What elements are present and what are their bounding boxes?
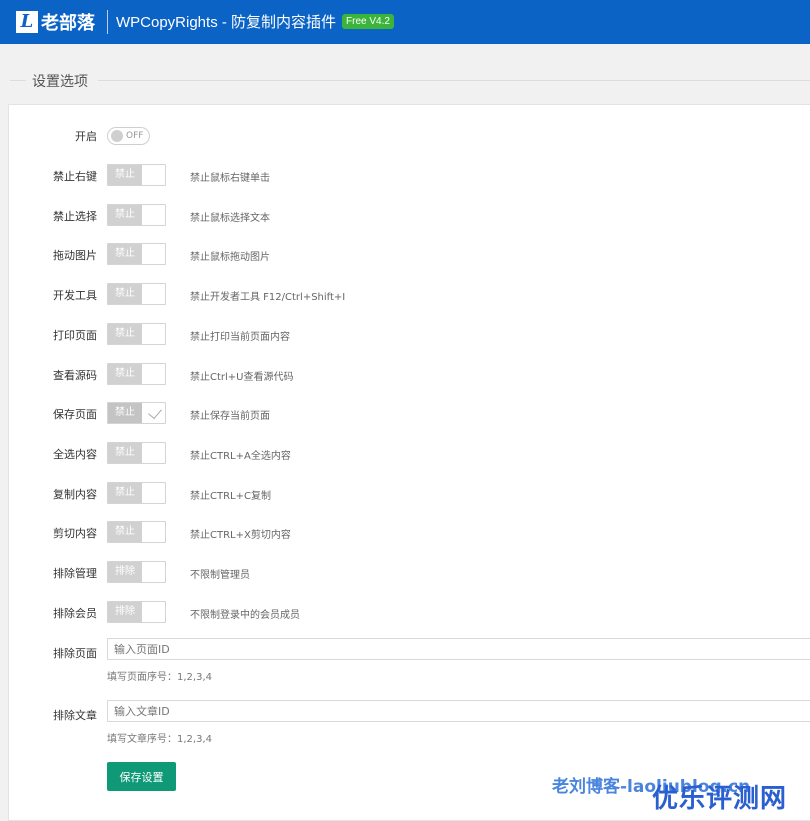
toggle-label: 禁止 xyxy=(108,284,142,304)
row-description: 不限制登录中的会员成员 xyxy=(190,610,300,621)
exclude-posts-label: 排除文章 xyxy=(53,709,97,722)
row-label: 禁止右键 xyxy=(53,170,97,183)
row-toggle[interactable]: 禁止 xyxy=(107,521,166,543)
toggle-label: 排除 xyxy=(108,602,142,622)
header-divider xyxy=(107,10,108,34)
check-icon xyxy=(148,404,162,420)
enable-switch[interactable]: OFF xyxy=(107,127,150,145)
row-toggle[interactable]: 排除 xyxy=(107,561,166,583)
row-label: 开发工具 xyxy=(53,289,97,302)
save-settings-button[interactable]: 保存设置 xyxy=(107,762,176,791)
row-toggle[interactable]: 禁止 xyxy=(107,204,166,226)
enable-label: 开启 xyxy=(75,130,97,143)
plugin-title: WPCopyRights - 防复制内容插件 xyxy=(116,14,337,31)
row-toggle[interactable]: 禁止 xyxy=(107,164,166,186)
logo-text: 老部落 xyxy=(41,13,95,34)
row-label: 禁止选择 xyxy=(53,210,97,223)
row-toggle[interactable]: 禁止 xyxy=(107,323,166,345)
switch-knob-icon xyxy=(111,130,123,142)
toggle-label: 禁止 xyxy=(108,483,142,503)
row-label: 排除管理 xyxy=(53,567,97,580)
toggle-label: 禁止 xyxy=(108,364,142,384)
row-description: 禁止鼠标选择文本 xyxy=(190,213,270,224)
row-toggle[interactable]: 禁止 xyxy=(107,402,166,424)
row-toggle[interactable]: 禁止 xyxy=(107,442,166,464)
row-label: 排除会员 xyxy=(53,607,97,620)
version-badge: Free V4.2 xyxy=(342,14,394,29)
exclude-pages-input[interactable] xyxy=(107,638,810,660)
row-description: 禁止打印当前页面内容 xyxy=(190,332,290,343)
row-toggle[interactable]: 禁止 xyxy=(107,363,166,385)
toggle-label: 排除 xyxy=(108,562,142,582)
row-description: 禁止鼠标右键单击 xyxy=(190,173,270,184)
row-label: 保存页面 xyxy=(53,408,97,421)
toggle-label: 禁止 xyxy=(108,244,142,264)
switch-state-text: OFF xyxy=(126,131,144,141)
row-label: 复制内容 xyxy=(53,488,97,501)
section-rule-left xyxy=(10,80,26,81)
row-toggle[interactable]: 排除 xyxy=(107,601,166,623)
section-rule-right xyxy=(98,80,810,81)
row-label: 查看源码 xyxy=(53,369,97,382)
toggle-label: 禁止 xyxy=(108,324,142,344)
logo-mark-icon: L xyxy=(16,11,38,33)
row-description: 禁止Ctrl+U查看源代码 xyxy=(190,372,294,383)
row-toggle[interactable]: 禁止 xyxy=(107,283,166,305)
section-title: 设置选项 xyxy=(30,71,90,91)
row-label: 打印页面 xyxy=(53,329,97,342)
row-description: 禁止保存当前页面 xyxy=(190,411,270,422)
exclude-pages-hint: 填写页面序号：1,2,3,4 xyxy=(107,672,212,683)
row-description: 禁止鼠标拖动图片 xyxy=(190,252,270,263)
exclude-posts-input[interactable] xyxy=(107,700,810,722)
row-description: 禁止CTRL+X剪切内容 xyxy=(190,530,291,541)
row-toggle[interactable]: 禁止 xyxy=(107,243,166,265)
row-description: 禁止开发者工具 F12/Ctrl+Shift+I xyxy=(190,292,346,303)
row-label: 全选内容 xyxy=(53,448,97,461)
toggle-label: 禁止 xyxy=(108,403,142,423)
toggle-label: 禁止 xyxy=(108,205,142,225)
brand-logo[interactable]: L 老部落 xyxy=(16,9,95,35)
row-label: 拖动图片 xyxy=(53,249,97,262)
exclude-pages-label: 排除页面 xyxy=(53,647,97,660)
exclude-posts-hint: 填写文章序号：1,2,3,4 xyxy=(107,734,212,745)
app-header: L 老部落 WPCopyRights - 防复制内容插件 Free V4.2 xyxy=(0,0,810,44)
watermark-large: 优乐评测网 xyxy=(652,784,788,814)
row-description: 禁止CTRL+C复制 xyxy=(190,491,271,502)
row-description: 不限制管理员 xyxy=(190,570,250,581)
toggle-label: 禁止 xyxy=(108,443,142,463)
toggle-label: 禁止 xyxy=(108,522,142,542)
toggle-label: 禁止 xyxy=(108,165,142,185)
row-toggle[interactable]: 禁止 xyxy=(107,482,166,504)
row-label: 剪切内容 xyxy=(53,527,97,540)
row-description: 禁止CTRL+A全选内容 xyxy=(190,451,291,462)
